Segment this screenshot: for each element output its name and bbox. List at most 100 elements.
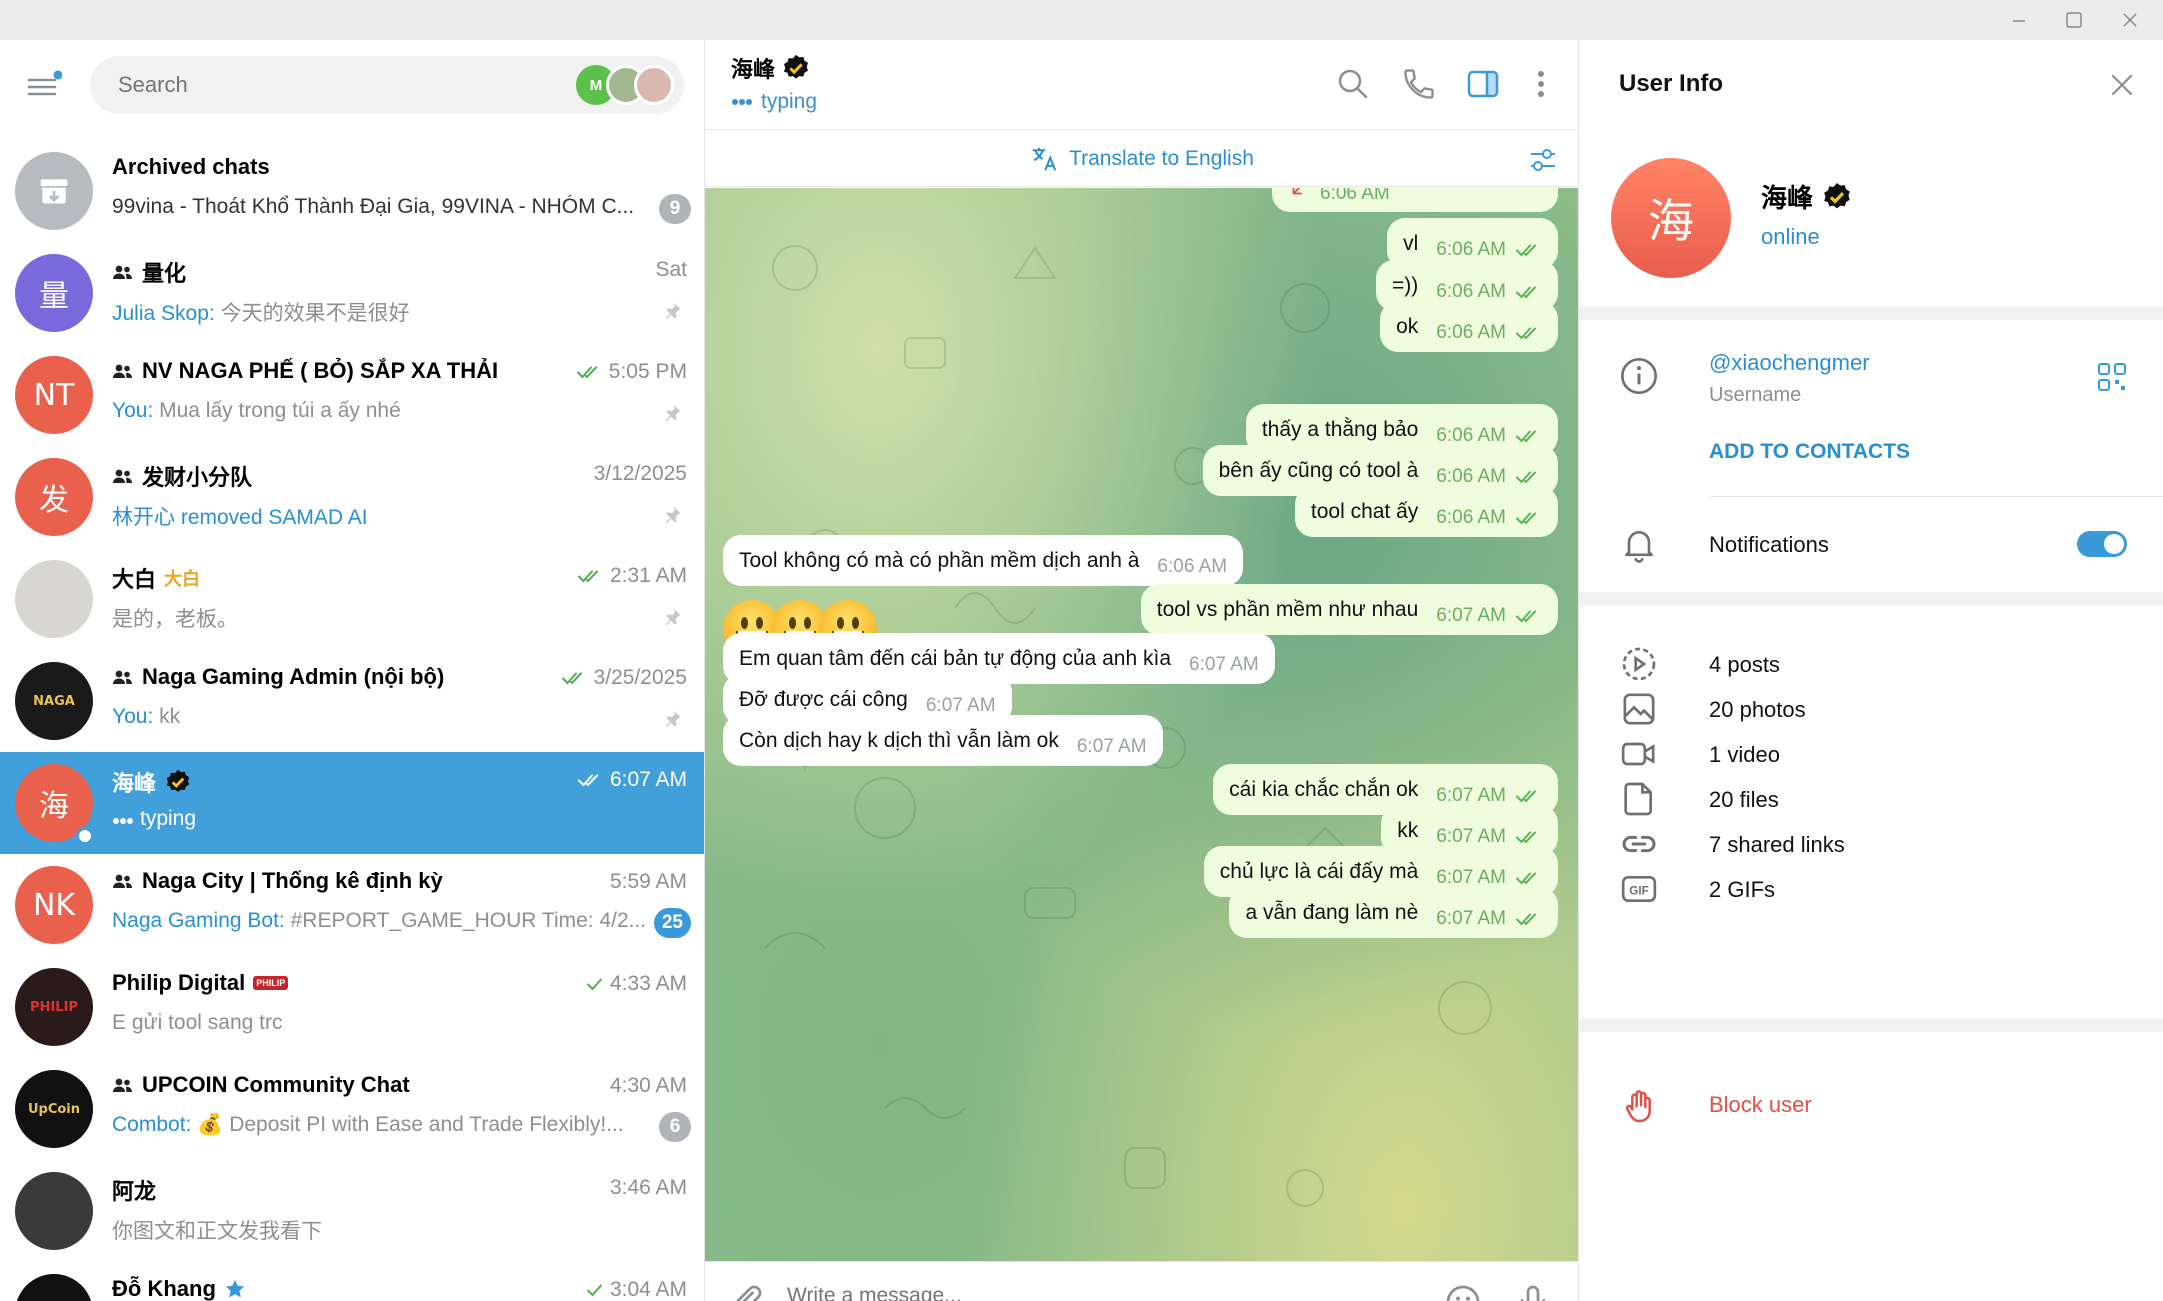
message-time: 6:06 AM	[1436, 506, 1506, 528]
minimize-button[interactable]	[1989, 0, 2049, 40]
more-options-button[interactable]	[1523, 66, 1559, 102]
username-link[interactable]: @xiaochengmer	[1709, 350, 1870, 376]
add-to-contacts-button[interactable]: ADD TO CONTACTS	[1709, 440, 1910, 464]
chat-list-item[interactable]: 发 发财小分队 3/12/2025 林开心 removed SAMAD AI	[0, 446, 704, 548]
maximize-button[interactable]	[2044, 0, 2104, 40]
profile-avatar[interactable]: 海	[1611, 158, 1731, 278]
check-icon	[586, 978, 602, 991]
block-user-label: Block user	[1709, 1092, 1812, 1117]
close-info-button[interactable]	[2107, 70, 2137, 100]
chat-avatar[interactable]: 发	[15, 458, 93, 536]
missed-call-arrow-icon	[1292, 188, 1302, 195]
chat-list-item[interactable]: 量量化 Sat Julia Skop: 今天的效果不是很好	[0, 242, 704, 344]
preview-text: E gửi tool sang trc	[112, 1011, 283, 1034]
shared-media-item[interactable]: GIF 2 GIFs	[1579, 869, 2163, 931]
profile-name-text: 海峰	[1761, 183, 1814, 213]
chat-list-item[interactable]: 阿龙 3:46 AM 你图文和正文发我看下	[0, 1160, 704, 1262]
chat-avatar[interactable]: NT	[15, 356, 93, 434]
outgoing-message[interactable]: ok 6:06 AM	[1380, 301, 1558, 352]
chat-list-item[interactable]: Đỗ Khang 3:04 AM	[0, 1262, 704, 1301]
qr-code-button[interactable]	[2097, 362, 2127, 392]
search-input[interactable]	[118, 72, 538, 98]
chat-name-text: 发财小分队	[142, 465, 253, 490]
double-check-icon	[1516, 913, 1536, 925]
chat-name: Archived chats	[112, 154, 270, 180]
chat-preview: 林开心 removed SAMAD AI	[112, 501, 652, 531]
chat-list-item[interactable]: 大白 大白 2:31 AM 是的，老板。	[0, 548, 704, 650]
toggle-info-panel-button[interactable]	[1465, 66, 1501, 102]
chat-avatar[interactable]	[15, 560, 93, 638]
chat-avatar[interactable]: NAGA	[15, 662, 93, 740]
chat-list-item[interactable]: PHILIP Philip Digital PHILIP 4:33 AM E gửi t…	[0, 956, 704, 1058]
chat-avatar[interactable]: UpCoin	[15, 1070, 93, 1148]
chat-name-text: 大白	[112, 567, 157, 592]
user-info-panel: User Info 海 海峰 online @xiaochengmer User…	[1578, 40, 2163, 1301]
message-meta: 6:06 AM	[1436, 322, 1542, 344]
message-list: 6:06 AM vl 6:06 AM =)) 6:06 AM ok 6:06 AM thấy …	[705, 188, 1578, 1261]
block-user-button[interactable]: Block user	[1579, 1074, 2163, 1136]
chat-list-item[interactable]: NT NV NAGA PHẾ ( BỎ) SẮP XA THẢI 5:05 PM Yo…	[0, 344, 704, 446]
chat-list-panel: M Archived chats 99vina - Thoát Khổ Thành…	[0, 40, 705, 1301]
message-text: Còn dịch hay k dịch thì vẫn làm ok	[739, 728, 1059, 752]
premium-star-icon	[225, 1279, 245, 1298]
chat-preview: 99vina - Thoát Khổ Thành Đại Gia, 99VINA…	[112, 195, 652, 219]
notifications-label: Notifications	[1709, 532, 1829, 557]
close-window-button[interactable]	[2100, 0, 2160, 40]
double-check-icon	[577, 774, 598, 787]
voice-message-button[interactable]	[1513, 1282, 1553, 1301]
shared-media-label: 20 photos	[1709, 697, 1806, 722]
chat-list-item[interactable]: Archived chats 99vina - Thoát Khổ Thành Đ…	[0, 140, 704, 242]
stories-icon	[1622, 647, 1656, 681]
chat-avatar[interactable]: PHILIP	[15, 968, 93, 1046]
group-icon	[113, 874, 132, 888]
translate-bar[interactable]: Translate to English	[705, 131, 1578, 187]
story-avatar[interactable]	[634, 65, 674, 105]
chat-avatar[interactable]	[15, 1274, 93, 1301]
double-check-icon	[1516, 872, 1536, 884]
chat-list-item[interactable]: 海 海峰 6:07 AM typing	[0, 752, 704, 854]
pinned-indicator	[661, 708, 683, 730]
message-meta: 6:07 AM	[1436, 867, 1542, 889]
peer-name[interactable]: 海峰	[731, 52, 811, 84]
chat-preview: Julia Skop: 今天的效果不是很好	[112, 297, 652, 327]
preview-text: 今天的效果不是很好	[214, 302, 410, 325]
message-text: chủ lực là cái đấy mà	[1219, 859, 1419, 883]
verified-icon	[166, 769, 190, 792]
chat-avatar[interactable]: 量	[15, 254, 93, 332]
emoji-button[interactable]	[1443, 1282, 1483, 1301]
message-time: 6:06 AM	[1436, 465, 1506, 487]
archive-avatar[interactable]	[15, 152, 93, 230]
chat-name-text: Archived chats	[112, 154, 270, 179]
message-time: 6:07 AM	[1436, 604, 1506, 626]
message-time: 6:07 AM	[925, 694, 996, 716]
chat-time-text: 2:31 AM	[609, 564, 687, 587]
attach-button[interactable]	[725, 1282, 765, 1301]
incoming-message[interactable]: Tool không có mà có phần mềm dịch anh à 6…	[723, 535, 1244, 586]
outgoing-message[interactable]: tool chat ấy 6:06 AM	[1294, 486, 1558, 537]
chat-avatar[interactable]	[15, 1172, 93, 1250]
translate-settings-button[interactable]	[1528, 145, 1558, 175]
search-chat-button[interactable]	[1335, 66, 1371, 102]
outgoing-message[interactable]: a vẫn đang làm nè 6:07 AM	[1229, 887, 1558, 938]
message-time: 6:06 AM	[1436, 321, 1506, 343]
shared-media-label: 7 shared links	[1709, 832, 1845, 857]
outgoing-message[interactable]: 6:06 AM	[1272, 188, 1558, 212]
stories-strip[interactable]: M	[576, 61, 676, 109]
chat-list-item[interactable]: NAGA Naga Gaming Admin (nội bộ) 3/25/2025 Y…	[0, 650, 704, 752]
chat-name-text: Philip Digital	[112, 970, 246, 995]
incoming-message[interactable]: Còn dịch hay k dịch thì vẫn làm ok 6:07 A…	[723, 715, 1163, 766]
message-input[interactable]	[787, 1284, 1387, 1301]
pin-icon	[665, 710, 681, 728]
hamburger-menu-button[interactable]	[26, 70, 63, 100]
hand-stop-icon	[1625, 1090, 1651, 1123]
chat-list-item[interactable]: UpCoin UPCOIN Community Chat 4:30 AM Combot…	[0, 1058, 704, 1160]
notifications-toggle[interactable]	[2077, 531, 2127, 557]
group-icon	[113, 265, 132, 279]
chat-avatar[interactable]: NK	[15, 866, 93, 944]
chat-list-item[interactable]: NK Naga City | Thống kê định kỳ 5:59 AM Nag…	[0, 854, 704, 956]
outgoing-message[interactable]: tool vs phần mềm như nhau 6:07 AM	[1140, 584, 1558, 635]
search-box[interactable]: M	[90, 56, 684, 114]
double-check-icon	[1516, 471, 1536, 483]
section-divider	[1579, 592, 2163, 606]
call-button[interactable]	[1401, 66, 1437, 102]
